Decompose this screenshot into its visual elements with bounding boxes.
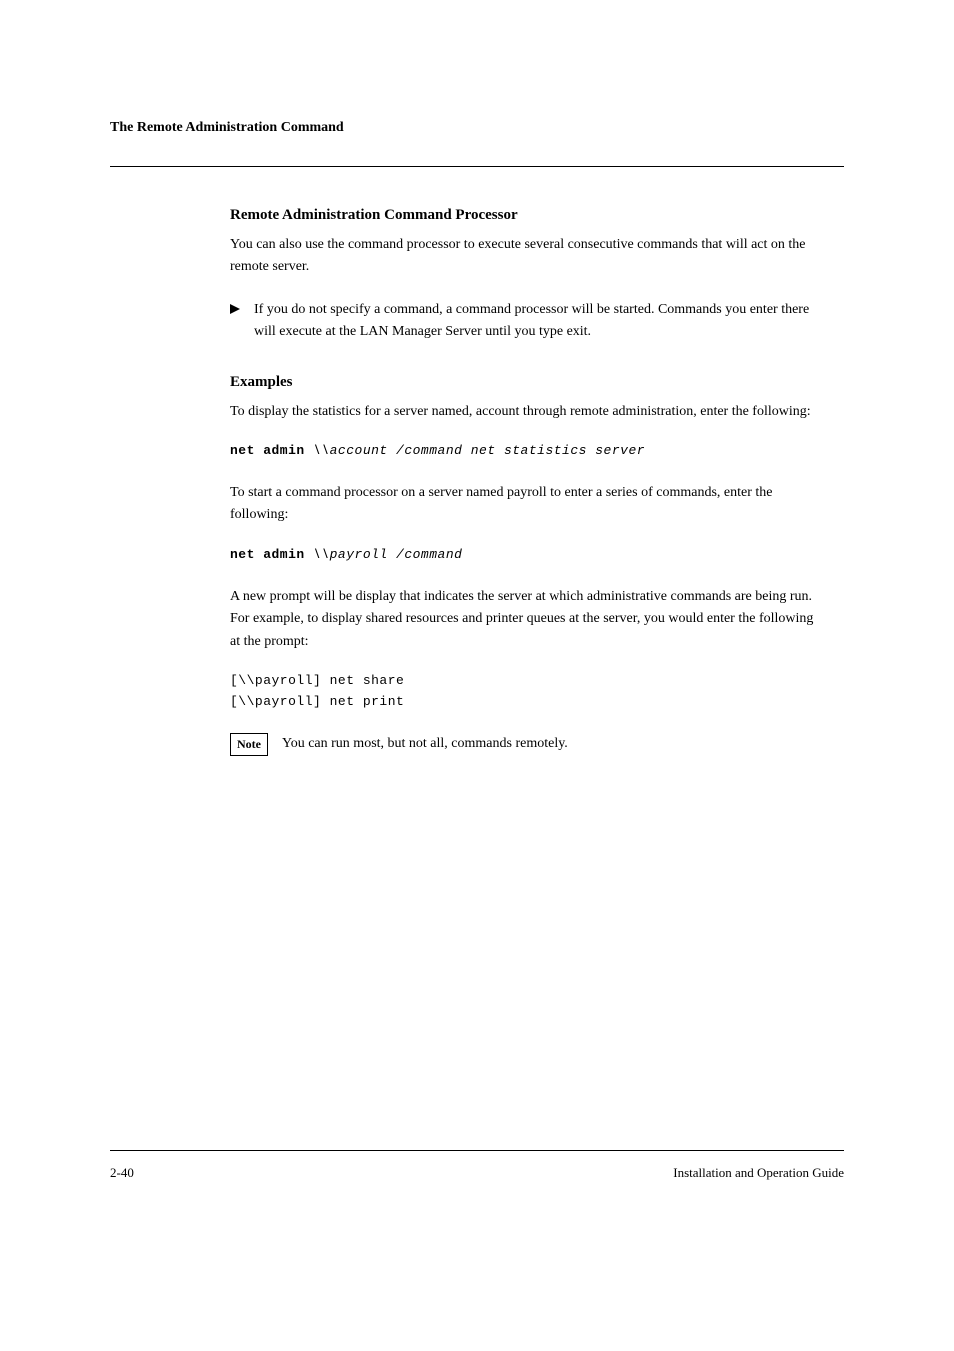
- section-title: Remote Administration Command Processor: [230, 207, 824, 224]
- code-command: net admin: [230, 443, 313, 458]
- code-args: \\payroll /command: [313, 547, 462, 562]
- bottom-rule: [110, 1150, 844, 1151]
- example-1-code: net admin \\account /command net statist…: [230, 443, 824, 458]
- intro-text: You can also use the command processor t…: [230, 234, 824, 279]
- examples-heading: Examples: [230, 374, 824, 391]
- note-block: Note You can run most, but not all, comm…: [230, 733, 824, 756]
- example-3: A new prompt will be display that indica…: [230, 586, 824, 709]
- content-area: Remote Administration Command Processor …: [230, 207, 824, 756]
- code-command: net admin: [230, 547, 313, 562]
- page-number: 2-40: [110, 1165, 134, 1181]
- example-2-code: net admin \\payroll /command: [230, 547, 824, 562]
- example-3-text: A new prompt will be display that indica…: [230, 586, 824, 653]
- example-3-code-1: [\\payroll] net share: [230, 673, 824, 688]
- page-header: The Remote Administration Command: [110, 120, 844, 136]
- code-args: \\account /command net statistics server: [313, 443, 645, 458]
- top-rule: [110, 166, 844, 167]
- note-box: Note: [230, 733, 268, 756]
- example-2: To start a command processor on a server…: [230, 482, 824, 562]
- example-1: To display the statistics for a server n…: [230, 401, 824, 458]
- example-1-text: To display the statistics for a server n…: [230, 401, 824, 423]
- note-text: You can run most, but not all, commands …: [282, 733, 824, 755]
- example-3-code-2: [\\payroll] net print: [230, 694, 824, 709]
- page: The Remote Administration Command Remote…: [0, 0, 954, 1351]
- example-2-text: To start a command processor on a server…: [230, 482, 824, 527]
- footer-title: Installation and Operation Guide: [673, 1165, 844, 1181]
- bullet-item: If you do not specify a command, a comma…: [230, 299, 824, 344]
- triangle-bullet-icon: [230, 301, 244, 319]
- bullet-text: If you do not specify a command, a comma…: [254, 299, 824, 344]
